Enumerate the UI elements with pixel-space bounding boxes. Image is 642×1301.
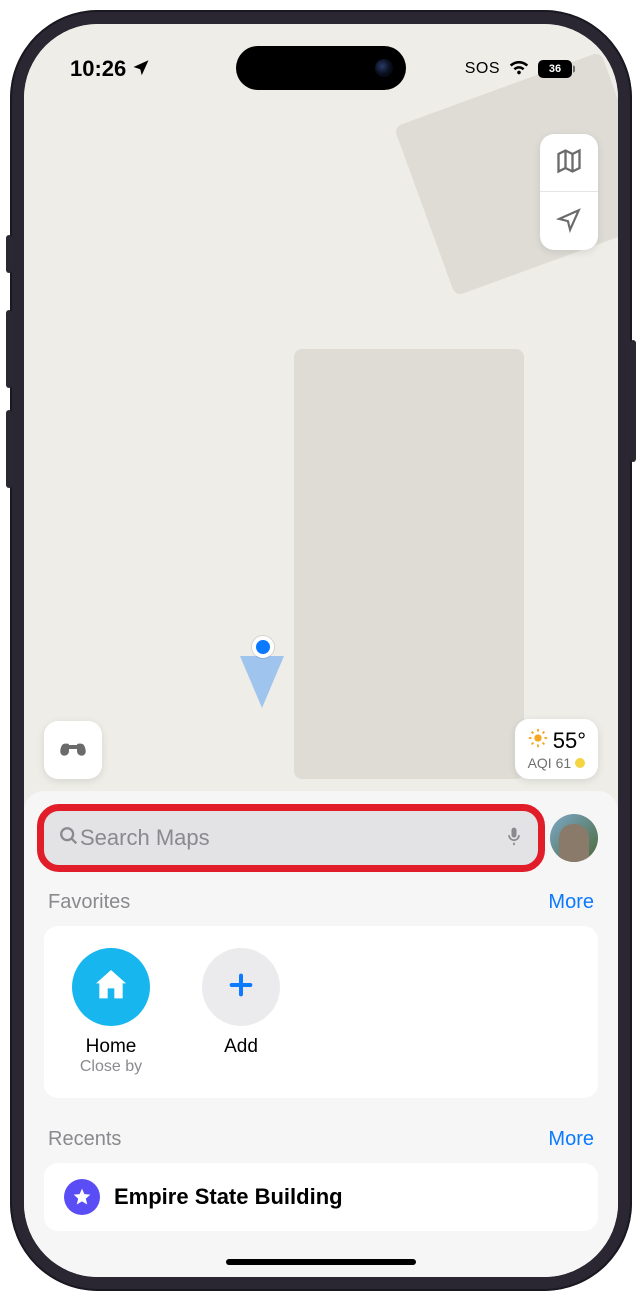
favorite-home[interactable]: Home Close by [66,948,156,1076]
plus-icon [225,969,257,1006]
sos-indicator: SOS [465,60,500,78]
binoculars-icon [57,733,89,768]
navigation-arrow-icon [556,207,582,236]
battery-indicator: 36 [538,60,572,78]
current-location-marker [252,636,274,658]
recent-item[interactable]: Empire State Building [44,1163,598,1231]
search-bar[interactable] [44,811,538,865]
search-input[interactable] [80,825,504,851]
volume-down-button [6,410,12,488]
location-heading-cone [240,656,284,708]
home-indicator[interactable] [226,1259,416,1265]
sun-icon [527,727,549,755]
location-arrow-icon [132,56,150,82]
battery-level: 36 [549,63,561,75]
locate-me-button[interactable] [540,192,598,250]
map-mode-button[interactable] [540,134,598,192]
search-icon [58,825,80,852]
map-controls [540,134,598,250]
map-mode-icon [555,147,583,178]
phone-frame: 10:26 SOS 36 [10,10,632,1291]
avatar-image [559,824,589,862]
star-icon [64,1179,100,1215]
silent-switch [6,235,12,273]
aqi-value: AQI 61 [528,755,572,771]
microphone-icon[interactable] [504,824,524,853]
wifi-icon [508,56,530,83]
power-button [630,340,636,462]
look-around-button[interactable] [44,721,102,779]
favorites-heading: Favorites [48,891,130,914]
dynamic-island [236,46,406,90]
aqi-dot-icon [575,758,585,768]
favorite-label: Add [224,1036,258,1058]
status-time: 10:26 [70,56,126,82]
house-icon [91,965,131,1010]
volume-up-button [6,310,12,388]
front-camera [375,59,393,77]
temperature-value: 55° [553,728,586,754]
bottom-sheet[interactable]: Favorites More Home Close by [24,791,618,1277]
recent-title: Empire State Building [114,1184,343,1210]
favorite-add[interactable]: Add [196,948,286,1076]
screen: 10:26 SOS 36 [24,24,618,1277]
favorites-more-link[interactable]: More [548,891,594,914]
recents-more-link[interactable]: More [548,1128,594,1151]
favorites-card: Home Close by Add [44,926,598,1098]
recents-heading: Recents [48,1128,121,1151]
profile-avatar[interactable] [550,814,598,862]
map-building-shape [294,349,524,779]
map-canvas[interactable]: 55° AQI 61 [24,24,618,1277]
weather-chip[interactable]: 55° AQI 61 [515,719,598,779]
favorite-label: Home [86,1036,137,1058]
favorite-subtitle: Close by [80,1058,142,1076]
